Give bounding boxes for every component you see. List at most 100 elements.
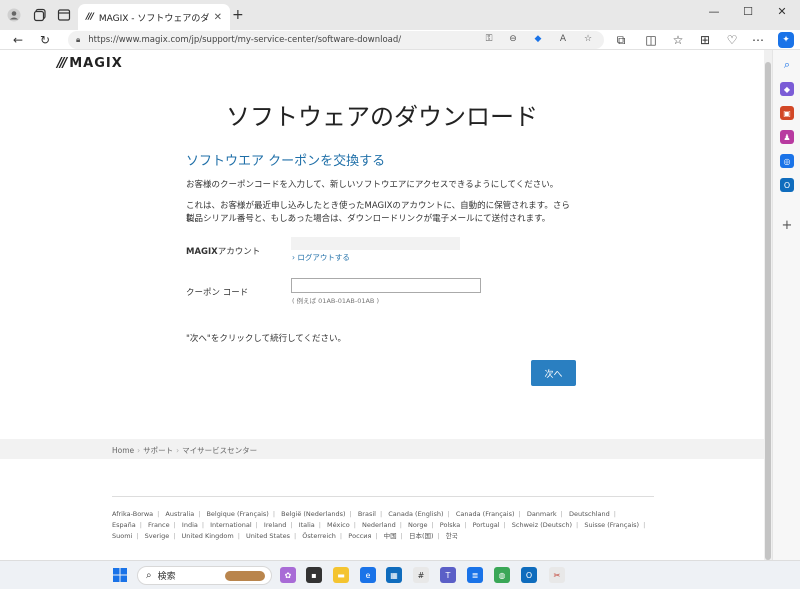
snipping-tool-icon[interactable]: ✂ [549,567,565,583]
browser-essentials-icon[interactable]: ♡ [724,32,740,48]
windows-start-icon[interactable] [112,567,128,583]
task-view-icon[interactable]: ▪ [306,567,322,583]
country-link[interactable]: Ireland [264,521,286,529]
coupon-tag-icon[interactable]: ◆ [531,32,545,46]
country-link[interactable]: Polska [440,521,461,529]
profile-icon[interactable] [6,7,22,23]
taskbar-search[interactable]: ⌕ 検索 [137,566,272,585]
country-separator: | [157,510,160,518]
breadcrumb-support[interactable]: サポート [143,446,173,455]
country-separator: | [560,510,563,518]
country-link[interactable]: Belgique (Français) [206,510,268,518]
coupon-code-input[interactable] [291,278,481,293]
country-link[interactable]: Deutschland [569,510,610,518]
country-link[interactable]: 中国 [384,532,397,540]
favorites-icon[interactable]: ☆ [670,32,686,48]
scrollbar-thumb[interactable] [765,62,771,560]
logout-link[interactable]: › ログアウトする [292,252,350,263]
page-scrollbar[interactable] [764,50,772,560]
web-page: ///MAGIX ソフトウェアのダウンロード ソフトウエア クーポンを交換する … [0,50,764,560]
vertical-tabs-icon[interactable] [56,7,72,23]
minimize-icon[interactable]: — [704,5,724,18]
logout-link-label: ログアウトする [297,253,350,262]
notepad-icon[interactable]: ≣ [467,567,483,583]
country-link[interactable]: 日本(国) [409,532,434,540]
key-icon[interactable]: ⚿ [482,32,496,46]
more-menu-icon[interactable]: ⋯ [750,32,766,48]
favorite-star-icon[interactable]: ☆ [581,32,595,46]
edge-browser-icon[interactable]: e [360,567,376,583]
country-link[interactable]: Россия [348,532,371,540]
country-link[interactable]: México [327,521,350,529]
country-link[interactable]: Österreich [302,532,336,540]
split-screen-icon[interactable]: ◫ [643,32,659,48]
lock-icon: 🔒︎ [76,35,81,44]
shopping-tag-icon[interactable]: ◆ [780,82,794,96]
read-aloud-icon[interactable]: A [556,32,570,46]
country-link[interactable]: United States [246,532,290,540]
outlook-icon[interactable]: O [780,178,794,192]
country-link[interactable]: Schweiz (Deutsch) [512,521,572,529]
tab-title: MAGIX - ソフトウェアのダウンロード [98,13,210,24]
teams-icon[interactable]: T [440,567,456,583]
country-link[interactable]: Suisse (Français) [584,521,639,529]
search-icon[interactable]: ⌕ [780,58,794,72]
games-icon[interactable]: ♟ [780,130,794,144]
country-link[interactable]: Portugal [473,521,500,529]
country-link[interactable]: Brasil [358,510,376,518]
country-link[interactable]: Sverige [145,532,170,540]
country-link[interactable]: Suomi [112,532,132,540]
zoom-icon[interactable]: ⊖ [506,32,520,46]
collections-icon[interactable]: ⊞ [697,32,713,48]
country-link[interactable]: Canada (English) [388,510,443,518]
new-tab-icon[interactable]: + [232,7,244,23]
breadcrumb-home[interactable]: Home [112,446,134,455]
address-bar[interactable]: 🔒︎ https://www.magix.com/jp/support/my-s… [68,31,604,49]
country-link[interactable]: Norge [408,521,428,529]
country-link[interactable]: España [112,521,136,529]
country-link[interactable]: België (Nederlands) [281,510,345,518]
intro-text: お客様のクーポンコードを入力して、新しいソフトウエアにアクセスできるようにしてく… [186,180,559,190]
country-link[interactable]: Australia [165,510,194,518]
maximize-icon[interactable]: ☐ [738,5,758,18]
country-separator: | [139,521,142,529]
maps-icon[interactable]: ◍ [494,567,510,583]
outlook-taskbar-icon[interactable]: O [521,567,537,583]
file-explorer-icon[interactable]: ▬ [333,567,349,583]
country-link[interactable]: France [148,521,170,529]
workspaces-icon[interactable] [32,7,48,23]
active-tab[interactable]: /// MAGIX - ソフトウェアのダウンロード ✕ [78,4,230,30]
extensions-icon[interactable]: ⧉ [613,32,629,48]
country-link[interactable]: Afrika-Borwa [112,510,153,518]
magix-logo-mark: /// [57,56,67,71]
widgets-icon[interactable]: ✿ [280,567,296,583]
microsoft-store-icon[interactable]: ▦ [386,567,402,583]
section-heading: ソフトウエア クーポンを交換する [186,154,386,169]
country-link[interactable]: Danmark [527,510,557,518]
country-link[interactable]: India [182,521,198,529]
country-separator: | [136,532,139,540]
magix-logo[interactable]: ///MAGIX [57,56,123,71]
country-link[interactable]: International [210,521,252,529]
taskbar-search-label: 検索 [157,572,176,582]
country-separator: | [379,510,383,518]
footer-divider [112,496,654,497]
country-link[interactable]: Italia [299,521,315,529]
copilot-icon[interactable]: ✦ [778,32,794,48]
add-sidebar-app-icon[interactable]: + [780,218,794,233]
slack-icon[interactable]: # [413,567,429,583]
country-link[interactable]: United Kingdom [182,532,234,540]
close-window-icon[interactable]: ✕ [772,5,792,18]
country-link[interactable]: Canada (Français) [456,510,515,518]
microsoft-365-icon[interactable]: ◎ [780,154,794,168]
country-link[interactable]: 한국 [446,532,458,540]
back-icon[interactable]: ← [10,32,26,48]
account-label: MAGIXアカウント [186,245,260,257]
close-tab-icon[interactable]: ✕ [214,12,222,23]
country-link[interactable]: Nederland [362,521,396,529]
breadcrumb-service-center[interactable]: マイサービスセンター [182,446,257,455]
next-button[interactable]: 次へ [531,360,576,386]
tools-icon[interactable]: ▣ [780,106,794,120]
coupon-hint: ( 例えば 01AB-01AB-01AB ) [292,297,379,305]
refresh-icon[interactable]: ↻ [37,32,53,48]
